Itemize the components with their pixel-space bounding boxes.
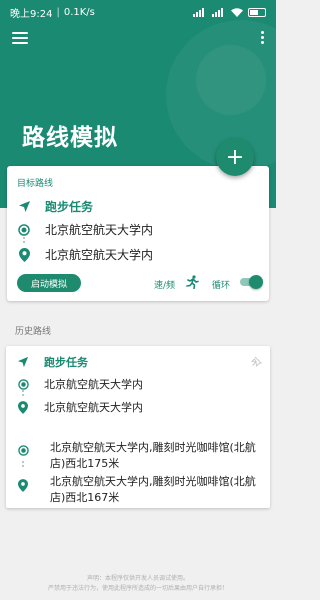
speed-frequency-label[interactable]: 速/频	[154, 278, 175, 291]
loop-toggle[interactable]	[240, 275, 263, 289]
history-route-card[interactable]: 跑步任务 北京航空航天大学内 北京航空航天大学内 北京航空航天大学内,雕刻时光咖…	[6, 346, 270, 508]
location-pin-icon	[16, 400, 30, 414]
route-connector	[22, 390, 24, 398]
history2-end-location[interactable]: 北京航空航天大学内,雕刻时光咖啡馆(北航店)西北167米	[50, 474, 260, 506]
toggle-knob	[249, 275, 263, 289]
navigation-arrow-icon	[16, 355, 30, 369]
history-start-location: 北京航空航天大学内	[44, 378, 143, 391]
history2-start-location[interactable]: 北京航空航天大学内,雕刻时光咖啡馆(北航店)西北175米	[50, 440, 260, 472]
status-icons	[193, 7, 266, 17]
history-task-row[interactable]: 跑步任务	[16, 354, 88, 370]
running-person-icon[interactable]	[185, 274, 199, 293]
end-location: 北京航空航天大学内	[45, 248, 154, 262]
page-title: 路线模拟	[22, 125, 118, 151]
end-location-row[interactable]: 北京航空航天大学内	[17, 246, 153, 263]
start-location: 北京航空航天大学内	[45, 223, 154, 237]
add-icon: +	[225, 144, 245, 170]
loop-label: 循环	[212, 281, 231, 291]
disclaimer: 声明：本程序仅供开发人员调试使用。 严禁用于违法行为，使用此程序所造成的一切后果…	[0, 574, 276, 594]
radio-target-icon	[16, 377, 30, 391]
header-decoration	[196, 45, 266, 115]
network-speed: 0.1K/s	[63, 6, 95, 18]
disclaimer-line-2: 严禁用于违法行为，使用此程序所造成的一切后果由用户自行承担！	[47, 585, 228, 592]
history-section-label: 历史路线	[15, 327, 52, 337]
route-connector	[23, 237, 25, 245]
route-connector	[22, 461, 24, 469]
disclaimer-line-1: 声明：本程序仅供开发人员调试使用。	[86, 575, 189, 582]
radio-target-icon	[16, 443, 30, 457]
target-route-card: 目标路线 跑步任务 北京航空航天大学内 北京航空航天大学内 启动模拟 速/频 循…	[7, 166, 269, 301]
pin-icon[interactable]	[250, 352, 262, 371]
wifi-icon	[231, 7, 243, 17]
navigation-arrow-icon	[17, 200, 31, 214]
target-route-label: 目标路线	[17, 179, 54, 189]
radio-target-icon	[17, 223, 31, 237]
toolbar	[0, 28, 276, 52]
start-simulation-button[interactable]: 启动模拟	[17, 274, 81, 292]
signal-icon	[193, 7, 204, 17]
history-end-location: 北京航空航天大学内	[44, 401, 143, 414]
more-icon[interactable]	[258, 31, 266, 47]
task-row[interactable]: 跑步任务	[17, 198, 93, 215]
history-end-row[interactable]: 北京航空航天大学内	[16, 399, 143, 415]
add-route-button[interactable]: +	[216, 138, 254, 176]
start-location-row[interactable]: 北京航空航天大学内	[17, 221, 153, 238]
status-bar: 晚上9:24 | 0.1K/s	[0, 0, 276, 24]
task-name: 跑步任务	[45, 200, 94, 214]
status-separator: |	[56, 6, 60, 18]
battery-icon	[248, 7, 266, 17]
location-pin-icon	[16, 478, 30, 492]
location-pin-icon	[17, 247, 31, 262]
status-time: 晚上9:24	[10, 8, 53, 20]
history-task-name: 跑步任务	[44, 356, 88, 369]
menu-icon[interactable]	[12, 32, 28, 46]
history-start-row[interactable]: 北京航空航天大学内	[16, 376, 143, 392]
signal-icon	[212, 7, 223, 17]
